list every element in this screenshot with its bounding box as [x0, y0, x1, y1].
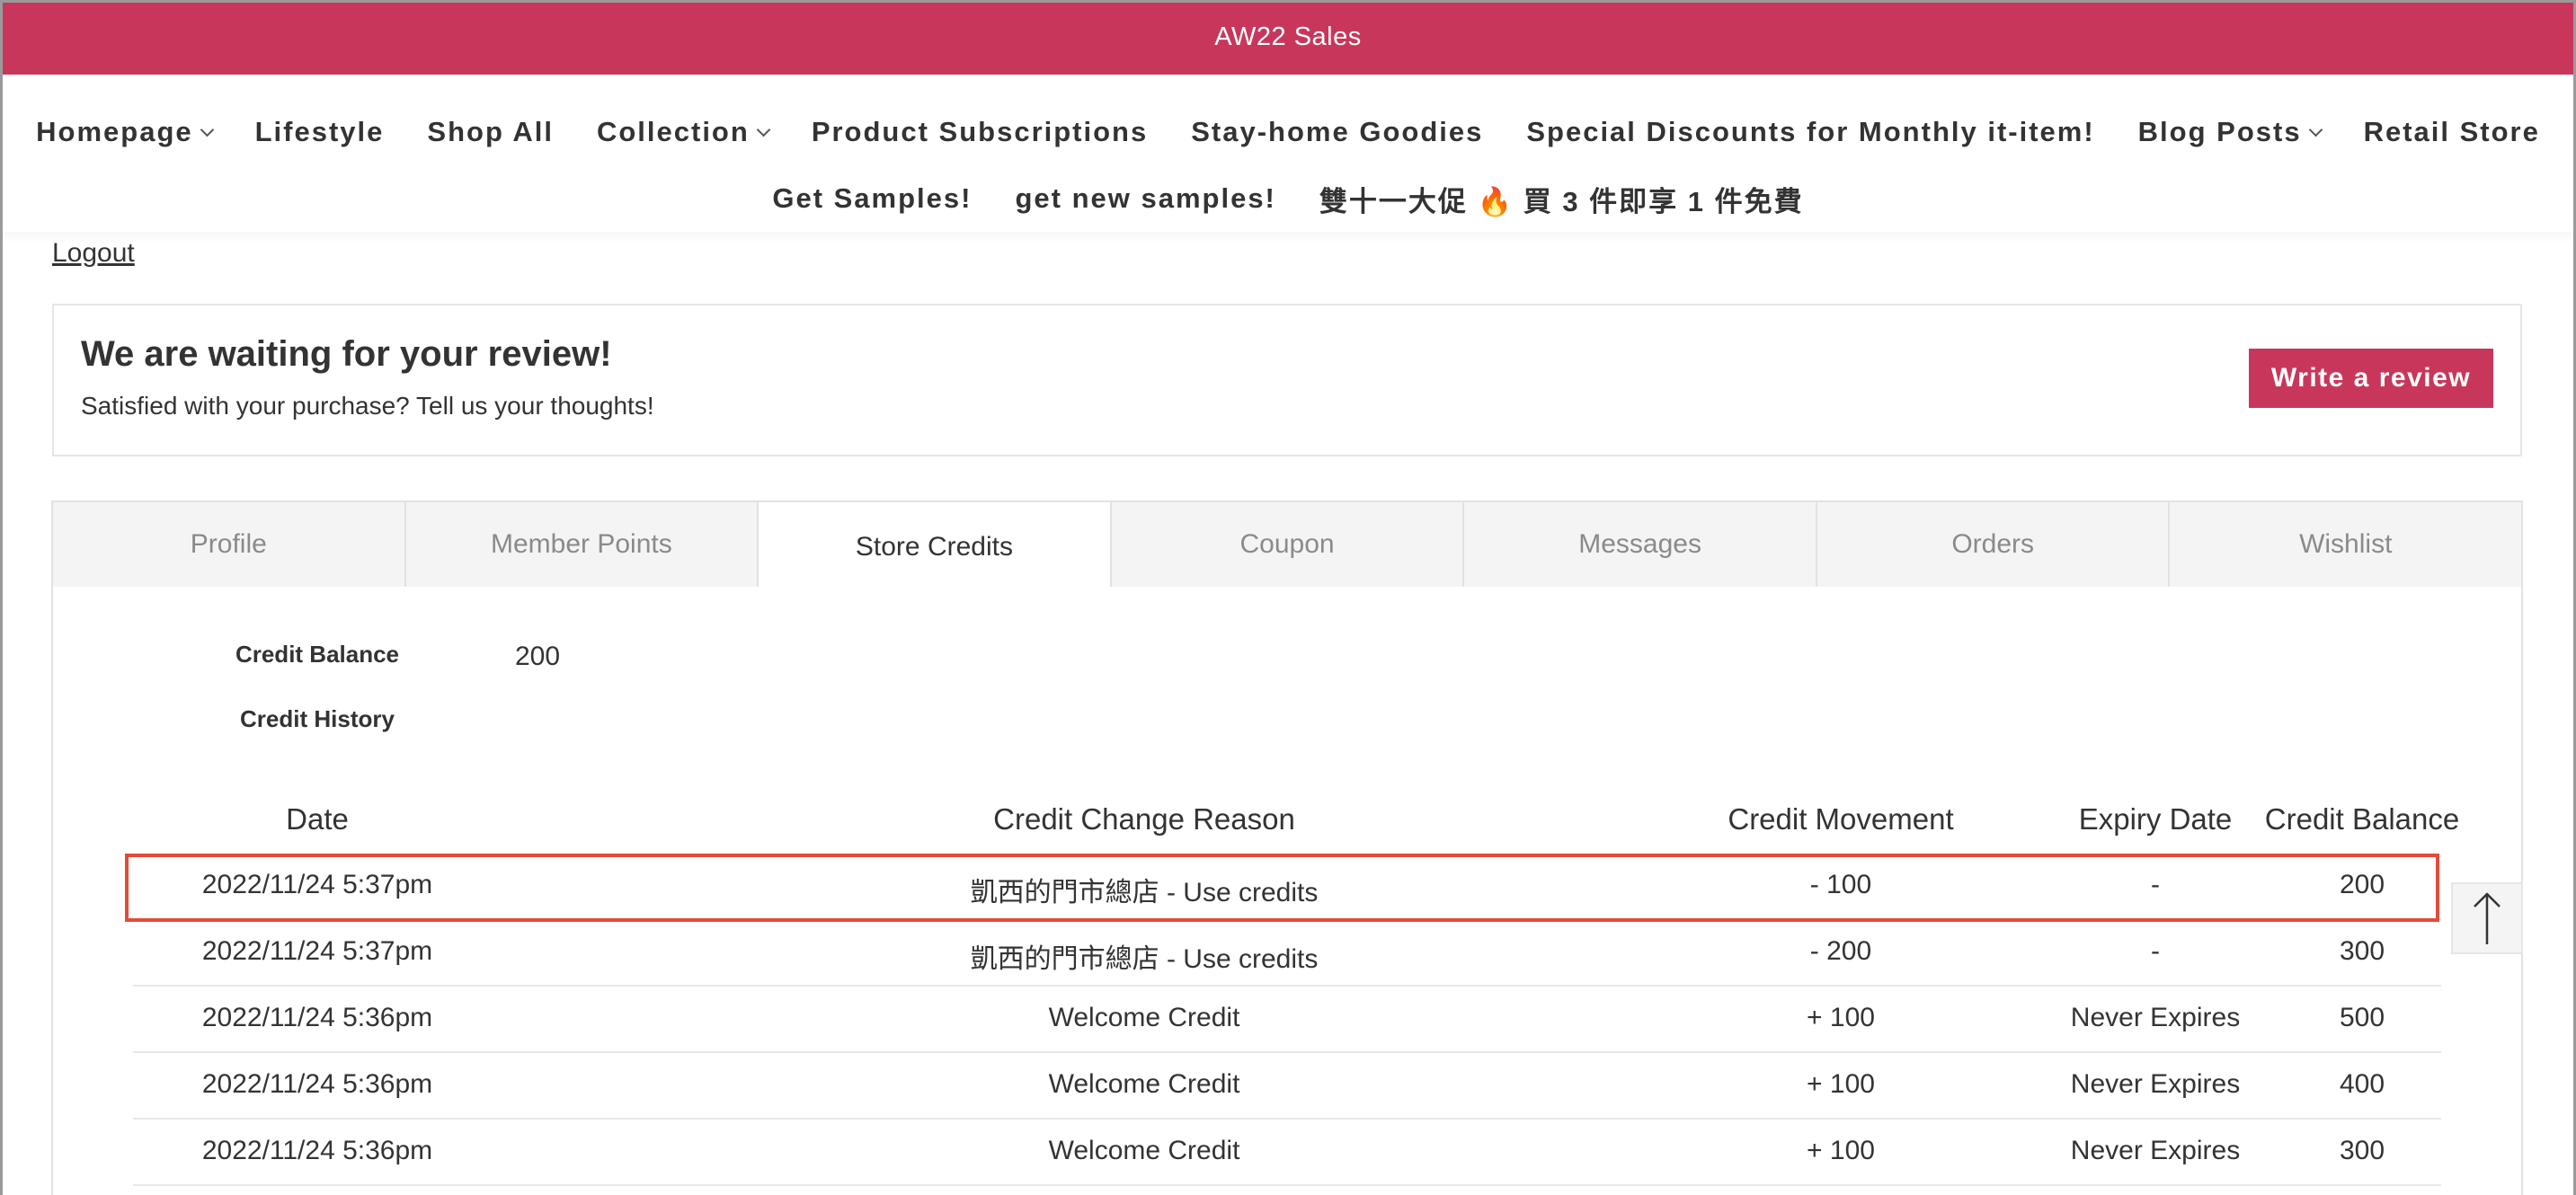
nav-row-secondary: Get Samples! get new samples! 雙十一大促 🔥 買 … — [0, 179, 2576, 218]
nav-item-label: Get Samples! — [772, 182, 973, 214]
tab-member-points[interactable]: Member Points — [406, 502, 759, 587]
chevron-down-icon — [756, 122, 771, 137]
nav-item-homepage[interactable]: Homepage — [36, 116, 214, 148]
nav-item-label: Stay-home Goodies — [1191, 116, 1484, 147]
nav-item-label: Product Subscriptions — [811, 116, 1149, 147]
cell-reason: 凱西的門市總店 - Use credits — [970, 878, 1319, 907]
tab-store-credits[interactable]: Store Credits — [759, 502, 1112, 592]
write-review-button[interactable]: Write a review — [2249, 349, 2493, 408]
nav-item-label: get new samples! — [1015, 182, 1276, 214]
cell-date: 2022/11/24 5:36pm — [201, 1003, 433, 1032]
nav-item-shop-all[interactable]: Shop All — [427, 116, 554, 148]
nav-item-get-samples[interactable]: Get Samples! — [772, 182, 972, 215]
nav-row-primary: Homepage Lifestyle Shop All Collection P… — [0, 112, 2576, 152]
nav-item-label: Homepage — [36, 116, 193, 147]
review-prompt-title: We are waiting for your review! — [81, 334, 612, 374]
cell-date: 2022/11/24 5:36pm — [201, 1069, 433, 1099]
table-row: 2022/11/24 5:36pm Welcome Credit + 100 N… — [133, 1120, 2441, 1186]
cell-reason: Welcome Credit — [1048, 1069, 1240, 1099]
column-header-date: Date — [286, 802, 349, 836]
nav-item-label: Shop All — [427, 116, 554, 147]
tab-wishlist[interactable]: Wishlist — [2170, 502, 2521, 587]
cell-balance: 300 — [2339, 1136, 2385, 1165]
nav-item-label: Blog Posts — [2137, 116, 2302, 147]
review-prompt-subtitle: Satisfied with your purchase? Tell us yo… — [81, 392, 654, 420]
cell-balance: 400 — [2339, 1069, 2385, 1099]
nav-item-lifestyle[interactable]: Lifestyle — [255, 116, 385, 148]
nav-item-double-eleven-promo[interactable]: 雙十一大促 🔥 買 3 件即享 1 件免費 — [1319, 179, 1804, 219]
credit-balance-value: 200 — [515, 642, 561, 671]
column-header-reason: Credit Change Reason — [993, 802, 1295, 836]
column-header-balance: Credit Balance — [2264, 802, 2460, 836]
nav-item-stay-home-goodies[interactable]: Stay-home Goodies — [1191, 116, 1483, 148]
credit-balance-label: Credit Balance — [235, 641, 400, 668]
main-nav: Homepage Lifestyle Shop All Collection P… — [0, 75, 2576, 232]
review-prompt-card: We are waiting for your review! Satisfie… — [52, 304, 2522, 456]
announcement-bar: AW22 Sales — [0, 0, 2576, 75]
announcement-text: AW22 Sales — [1214, 22, 1362, 51]
tab-messages[interactable]: Messages — [1464, 502, 1817, 587]
nav-item-label: Collection — [596, 116, 750, 147]
cell-date: 2022/11/24 5:37pm — [201, 870, 433, 899]
account-tabs: Profile Member Points Store Credits Coup… — [51, 500, 2523, 592]
table-row: 2022/11/24 5:36pm Welcome Credit + 100 N… — [133, 1053, 2441, 1120]
table-row: 2022/11/24 5:37pm 凱西的門市總店 - Use credits … — [133, 920, 2441, 987]
nav-item-special-discounts[interactable]: Special Discounts for Monthly it-item! — [1526, 116, 2094, 148]
chevron-down-icon — [200, 122, 214, 137]
logout-link[interactable]: Logout — [52, 238, 135, 269]
nav-item-label: Lifestyle — [254, 116, 385, 147]
cell-reason: Welcome Credit — [1048, 1136, 1240, 1165]
back-to-top-button[interactable] — [2451, 882, 2523, 954]
nav-item-collection[interactable]: Collection — [596, 116, 771, 148]
credit-history-header: Date Credit Change Reason Credit Movemen… — [133, 795, 2459, 845]
cell-reason: 凱西的門市總店 - Use credits — [970, 944, 1319, 974]
table-row: 2022/11/24 5:37pm 凱西的門市總店 - Use credits … — [133, 854, 2441, 920]
tab-orders[interactable]: Orders — [1817, 502, 2171, 587]
tab-profile[interactable]: Profile — [53, 502, 406, 587]
tab-coupon[interactable]: Coupon — [1112, 502, 1465, 587]
nav-item-label: Retail Store — [2363, 116, 2540, 147]
cell-date: 2022/11/24 5:36pm — [201, 1136, 433, 1165]
arrow-up-icon — [2474, 892, 2500, 944]
table-row: 2022/11/24 5:36pm Welcome Credit + 100 N… — [133, 987, 2441, 1053]
nav-item-blog-posts[interactable]: Blog Posts — [2137, 116, 2323, 148]
credit-history-label: Credit History — [240, 705, 395, 732]
cell-reason: Welcome Credit — [1048, 1003, 1240, 1032]
nav-item-retail-store[interactable]: Retail Store — [2364, 116, 2540, 148]
chevron-down-icon — [2308, 122, 2323, 137]
nav-item-product-subscriptions[interactable]: Product Subscriptions — [812, 116, 1148, 148]
nav-item-label: 雙十一大促 🔥 買 3 件即享 1 件免費 — [1319, 185, 1804, 217]
nav-item-label: Special Discounts for Monthly it-item! — [1526, 116, 2095, 147]
nav-item-get-new-samples[interactable]: get new samples! — [1015, 182, 1275, 215]
cell-balance: 500 — [2339, 1003, 2385, 1032]
cell-date: 2022/11/24 5:37pm — [201, 936, 433, 966]
